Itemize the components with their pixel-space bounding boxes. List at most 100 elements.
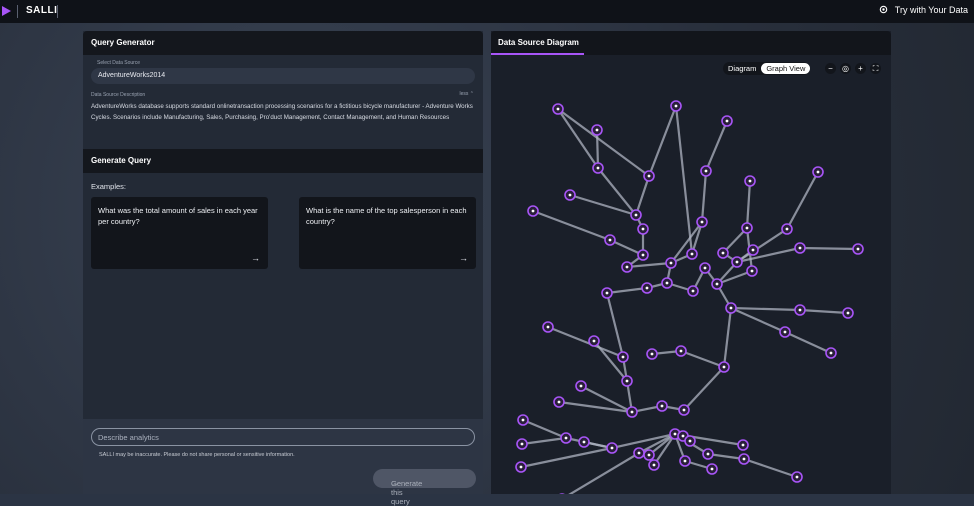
graph-edge: [784, 330, 832, 355]
graph-node-dot: [634, 213, 638, 217]
logo-icon: [2, 6, 11, 16]
graph-node-dot: [846, 311, 850, 315]
graph-node-dot: [605, 291, 609, 295]
graph-edge: [520, 446, 613, 469]
graph-node-dot: [546, 325, 550, 329]
graph-node-dot: [741, 443, 745, 447]
example-card-1[interactable]: What was the total amount of sales in ea…: [91, 197, 268, 269]
description-label: Data Source Description: [91, 92, 146, 98]
graph-node-dot: [641, 227, 645, 231]
graph-edge: [799, 246, 859, 251]
graph-node-dot: [798, 308, 802, 312]
graph-edge: [522, 418, 567, 440]
graph-node-dot: [557, 400, 561, 404]
divider: [57, 5, 58, 18]
graph-node-dot: [816, 170, 820, 174]
graph-node-dot: [783, 330, 787, 334]
graph-node-dot: [683, 459, 687, 463]
query-generator-title: Query Generator: [91, 38, 155, 47]
graph-node-dot: [710, 467, 714, 471]
reset-view-icon[interactable]: ◎: [840, 63, 851, 74]
graph-edge: [547, 325, 624, 359]
generate-query-button[interactable]: → Generate this query: [373, 469, 476, 506]
examples-label: Examples:: [91, 182, 127, 191]
graph-node-dot: [721, 251, 725, 255]
graph-edge: [730, 306, 786, 334]
graph-node-dot: [582, 440, 586, 444]
graph-node-dot: [691, 289, 695, 293]
app-brand: SALLI: [26, 5, 58, 16]
graph-node-dot: [745, 226, 749, 230]
graph-node-dot: [621, 355, 625, 359]
graph-node-dot: [703, 266, 707, 270]
arrow-right-icon: →: [251, 253, 260, 263]
graph-node-dot: [595, 128, 599, 132]
zoom-out-icon[interactable]: −: [825, 63, 836, 74]
diagram-view-button[interactable]: Diagram: [723, 63, 761, 74]
generate-query-title: Generate Query: [91, 156, 152, 165]
fullscreen-icon[interactable]: ⛶: [870, 63, 881, 74]
graph-node-dot: [641, 253, 645, 257]
graph-edge: [597, 167, 637, 216]
generate-query-header: Generate Query: [83, 149, 483, 173]
data-source-select[interactable]: AdventureWorks2014: [91, 68, 475, 84]
graph-node-dot: [669, 261, 673, 265]
graph-edge: [557, 108, 650, 177]
graph-node-dot: [608, 238, 612, 242]
graph-edge: [730, 306, 801, 312]
zoom-in-icon[interactable]: +: [855, 63, 866, 74]
example-text: What was the total amount of sales in ea…: [98, 206, 258, 226]
generate-button-label: Generate this query: [391, 479, 423, 506]
graph-node-dot: [700, 220, 704, 224]
query-generator-panel: Query Generator Select Data Source Adven…: [83, 31, 483, 506]
analytics-prompt-input[interactable]: Describe analytics: [91, 428, 475, 446]
data-source-value: AdventureWorks2014: [98, 72, 166, 79]
divider: [17, 5, 18, 18]
graph-node-dot: [647, 453, 651, 457]
graph-node-dot: [798, 246, 802, 250]
example-card-2[interactable]: What is the name of the top salesperson …: [299, 197, 476, 269]
graph-node-dot: [625, 265, 629, 269]
data-source-description: AdventureWorks database supports standar…: [91, 103, 473, 121]
graph-node-dot: [647, 174, 651, 178]
graph-edge: [799, 308, 849, 315]
graph-node-dot: [520, 442, 524, 446]
schema-graph[interactable]: [491, 79, 891, 494]
diagram-panel: Data Source Diagram Diagram Graph View −…: [491, 31, 891, 494]
graph-controls: − ◎ + ⛶: [825, 63, 881, 74]
try-with-data-link[interactable]: Try with Your Data: [878, 4, 968, 15]
graph-node-dot: [519, 465, 523, 469]
graph-edge: [700, 170, 708, 223]
diagram-title: Data Source Diagram: [498, 38, 579, 47]
graph-node-dot: [660, 404, 664, 408]
graph-view-button[interactable]: Graph View: [761, 63, 811, 74]
graph-node-dot: [706, 452, 710, 456]
query-generator-header: Query Generator: [83, 31, 483, 55]
example-text: What is the name of the top salesperson …: [306, 206, 467, 226]
graph-node-dot: [690, 252, 694, 256]
graph-edge: [532, 209, 611, 242]
graph-edge: [568, 452, 640, 494]
graph-node-dot: [645, 286, 649, 290]
graph-node-dot: [742, 457, 746, 461]
graph-node-dot: [748, 179, 752, 183]
graph-node-dot: [785, 227, 789, 231]
top-bar: SALLI Try with Your Data: [0, 0, 974, 23]
gear-icon: [879, 5, 888, 14]
graph-node-dot: [665, 281, 669, 285]
less-toggle[interactable]: less ⌃: [460, 91, 475, 97]
view-toggle: Diagram Graph View: [723, 62, 811, 75]
graph-node-dot: [681, 434, 685, 438]
graph-node-dot: [750, 269, 754, 273]
graph-node-dot: [579, 384, 583, 388]
graph-edge: [626, 261, 672, 269]
graph-node-dot: [637, 451, 641, 455]
tab-data-source-diagram[interactable]: Data Source Diagram: [491, 31, 584, 55]
graph-node-dot: [596, 166, 600, 170]
graph-edge: [743, 457, 798, 479]
graph-node-dot: [625, 379, 629, 383]
graph-node-dot: [829, 351, 833, 355]
prompt-area: Describe analytics SALLI may be inaccura…: [83, 419, 483, 506]
graph-node-dot: [521, 418, 525, 422]
graph-edge: [674, 105, 694, 255]
